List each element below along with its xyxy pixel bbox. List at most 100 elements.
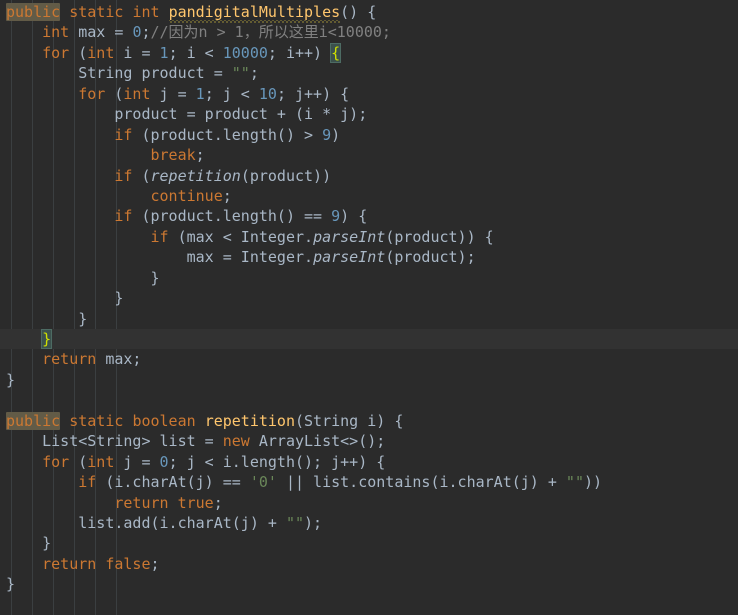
token-squig: pandigitalMultiples (168, 3, 341, 24)
token-num: 1 (195, 84, 205, 103)
code-line[interactable]: break; (0, 145, 738, 165)
code-line[interactable]: return true; (0, 493, 738, 513)
token-brmatch: } (41, 329, 53, 349)
token-stat: parseInt (313, 248, 386, 267)
token-kw: int (87, 452, 115, 471)
token-txt: list.add(i.charAt(j) + (78, 513, 286, 532)
token-txt: ( (69, 452, 88, 471)
token-kw: for (42, 452, 70, 471)
code-line[interactable]: public static int pandigitalMultiples() … (0, 2, 738, 24)
code-line[interactable]: for (int j = 1; j < 10; j++) { (0, 84, 738, 104)
code-line[interactable]: for (int i = 1; i < 10000; i++) { (0, 42, 738, 63)
token-txt: () { (340, 3, 377, 21)
token-txt: ; (141, 23, 151, 42)
token-txt: } (114, 289, 124, 308)
token-num: 10000 (222, 43, 268, 62)
code-line[interactable]: if (product.length() > 9) (0, 125, 738, 145)
code-line[interactable]: if (repetition(product)) (0, 166, 738, 186)
token-txt: (String i) { (295, 411, 404, 430)
token-txt: ; j < (204, 84, 259, 103)
token-kw: if (114, 166, 133, 185)
code-line[interactable]: } (0, 329, 738, 350)
token-kw: true (177, 493, 214, 512)
token-txt: max = Integer. (186, 248, 314, 267)
token-txt: ) (331, 125, 341, 144)
token-kw: int (87, 43, 115, 62)
token-txt: (product)) (240, 166, 332, 185)
token-txt: } (150, 268, 160, 287)
token-kw: continue (150, 186, 223, 205)
token-kw: boolean (132, 411, 196, 430)
token-kw: false (105, 554, 151, 573)
code-line[interactable]: } (0, 288, 738, 308)
code-line[interactable]: } (0, 574, 738, 594)
token-cmt: //因为n > 1，所以这里i<10000; (150, 23, 391, 42)
token-txt: (product); (385, 248, 476, 267)
token-num: 1 (159, 43, 169, 62)
code-line[interactable]: } (0, 370, 738, 390)
token-kw: for (42, 43, 70, 62)
code-line[interactable]: list.add(i.charAt(j) + ""); (0, 513, 738, 533)
code-line[interactable]: } (0, 309, 738, 329)
token-txt: product = product + (i * j); (114, 105, 368, 124)
code-line[interactable]: String product = ""; (0, 63, 738, 83)
code-line[interactable]: } (0, 268, 738, 288)
code-line[interactable]: if (max < Integer.parseInt(product)) { (0, 227, 738, 247)
token-num: 10 (258, 84, 277, 103)
token-txt: ; j++) { (276, 84, 350, 103)
token-kw: int (42, 23, 70, 42)
token-occ: public (6, 3, 61, 21)
code-line[interactable]: continue; (0, 186, 738, 206)
token-txt: ); (304, 513, 323, 532)
token-txt: )) (583, 473, 603, 492)
code-line[interactable]: for (int j = 0; j < i.length(); j++) { (0, 452, 738, 472)
token-txt: ) { (340, 207, 368, 226)
token-kw: if (114, 207, 133, 226)
code-line[interactable]: int max = 0;//因为n > 1，所以这里i<10000; (0, 22, 738, 42)
token-txt: } (6, 370, 16, 389)
token-str: "" (285, 513, 305, 532)
token-kw: int (123, 84, 151, 103)
code-editor[interactable]: public static int pandigitalMultiples() … (0, 0, 738, 615)
code-line[interactable]: return max; (0, 349, 738, 369)
code-line[interactable]: if (product.length() == 9) { (0, 206, 738, 226)
token-txt: ; j < i.length(); j++) { (168, 452, 386, 471)
code-line[interactable]: if (i.charAt(j) == '0' || list.contains(… (0, 472, 738, 492)
token-txt: } (6, 575, 16, 594)
token-txt: String product = (78, 64, 232, 83)
token-kw: new (222, 432, 250, 451)
token-txt: ; i < (168, 43, 223, 62)
code-line[interactable]: return false; (0, 554, 738, 574)
token-num: 0 (159, 452, 169, 471)
token-txt: j = (114, 452, 160, 471)
code-line[interactable]: List<String> list = new ArrayList<>(); (0, 431, 738, 451)
code-content[interactable]: public static int pandigitalMultiples() … (0, 0, 738, 595)
token-txt: ( (132, 166, 151, 185)
code-line[interactable]: public static boolean repetition(String … (0, 411, 738, 431)
code-line[interactable]: } (0, 533, 738, 553)
code-line[interactable] (0, 390, 738, 410)
token-txt: j = (150, 84, 196, 103)
token-txt: ( (105, 84, 124, 103)
code-line[interactable]: product = product + (i * j); (0, 104, 738, 124)
token-num: 9 (331, 207, 341, 226)
token-kw: return (42, 350, 97, 369)
token-brmatch: { (330, 42, 342, 63)
token-str: "" (231, 64, 250, 83)
code-line[interactable]: max = Integer.parseInt(product); (0, 247, 738, 267)
